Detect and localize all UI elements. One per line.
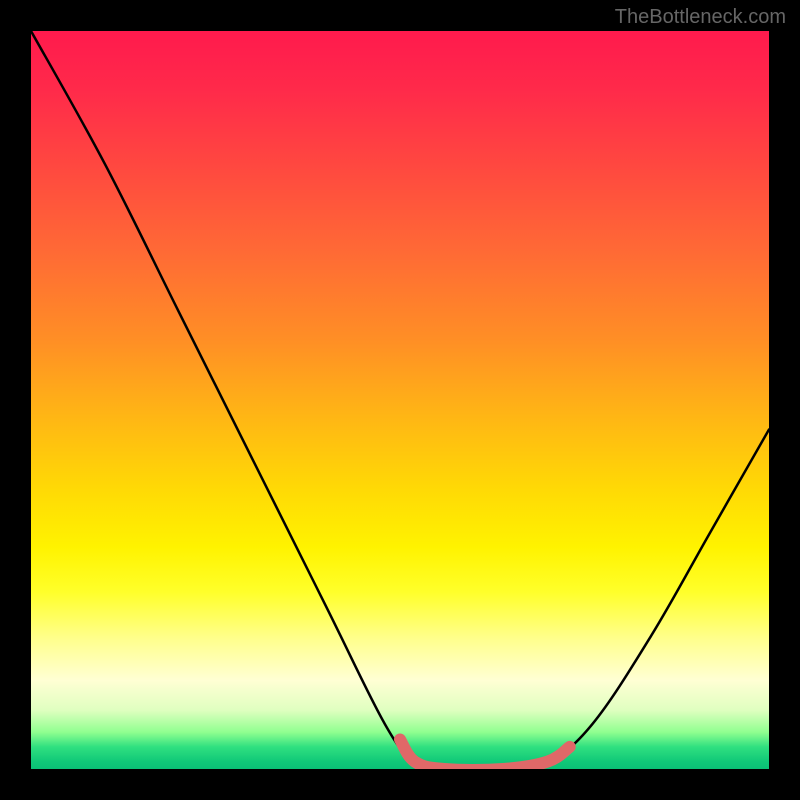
chart-plot-area	[31, 31, 769, 769]
bottleneck-curve	[31, 31, 769, 769]
watermark-text: TheBottleneck.com	[615, 6, 786, 29]
optimal-range-highlight	[400, 739, 570, 769]
chart-overlay	[31, 31, 769, 769]
